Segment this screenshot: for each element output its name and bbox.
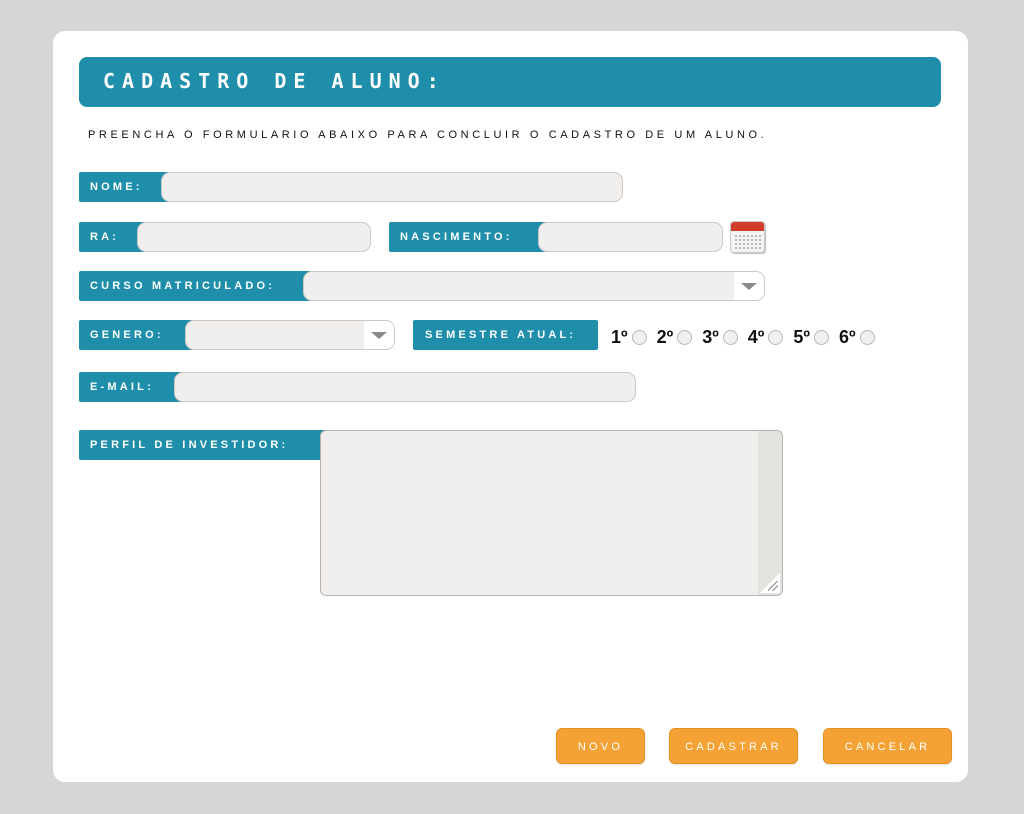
email-field[interactable] [174,372,636,402]
curso-dropdown-button[interactable] [734,272,764,300]
ra-input[interactable] [138,223,370,251]
nome-input[interactable] [162,173,622,201]
curso-label: CURSO MATRICULADO: [79,271,324,301]
ra-field[interactable] [137,222,371,252]
genero-select[interactable] [185,320,395,350]
cancelar-button[interactable]: CANCELAR [823,728,952,764]
semestre-option-label: 6º [838,326,856,347]
semestre-option-label: 3º [702,326,719,347]
semestre-option-1[interactable]: 1º [611,327,647,348]
radio-button[interactable] [677,329,693,345]
radio-button[interactable] [768,329,784,345]
semestre-radio-group: 1º 2º 3º 4º 5º 6º [611,325,885,349]
nascimento-input[interactable] [539,223,722,251]
nome-field[interactable] [161,172,623,202]
semestre-option-label: 4º [747,326,765,347]
title-bar: CADASTRO DE ALUNO: [79,57,941,107]
semestre-option-label: 1º [611,326,628,347]
radio-button[interactable] [813,329,829,345]
semestre-option-label: 5º [793,326,810,347]
novo-button[interactable]: NOVO [556,728,645,764]
nascimento-field[interactable] [538,222,723,252]
semestre-label: SEMESTRE ATUAL: [413,320,598,350]
chevron-down-icon [741,283,757,290]
chevron-down-icon [371,332,387,339]
perfil-label: PERFIL DE INVESTIDOR: [79,430,341,460]
nascimento-label: NASCIMENTO: [389,222,559,252]
radio-button[interactable] [722,329,738,345]
intro-text: PREENCHA O FORMULARIO ABAIXO PARA CONCLU… [88,129,768,141]
textarea-scrollbar[interactable] [758,431,782,595]
cadastrar-button[interactable]: CADASTRAR [669,728,798,764]
semestre-option-3[interactable]: 3º [702,327,738,348]
form-card [53,31,968,782]
semestre-option-2[interactable]: 2º [657,327,693,348]
radio-button[interactable] [631,329,647,345]
page-title: CADASTRO DE ALUNO: [103,69,446,93]
semestre-option-5[interactable]: 5º [793,327,829,348]
calendar-icon[interactable] [730,221,765,253]
resize-grip-icon [768,581,778,591]
email-input[interactable] [175,373,635,401]
genero-dropdown-button[interactable] [364,321,394,349]
perfil-textarea[interactable] [320,430,783,596]
radio-button[interactable] [859,329,875,345]
curso-select[interactable] [303,271,765,301]
semestre-option-6[interactable]: 6º [839,327,875,348]
semestre-option-4[interactable]: 4º [748,327,784,348]
semestre-option-label: 2º [656,326,674,347]
